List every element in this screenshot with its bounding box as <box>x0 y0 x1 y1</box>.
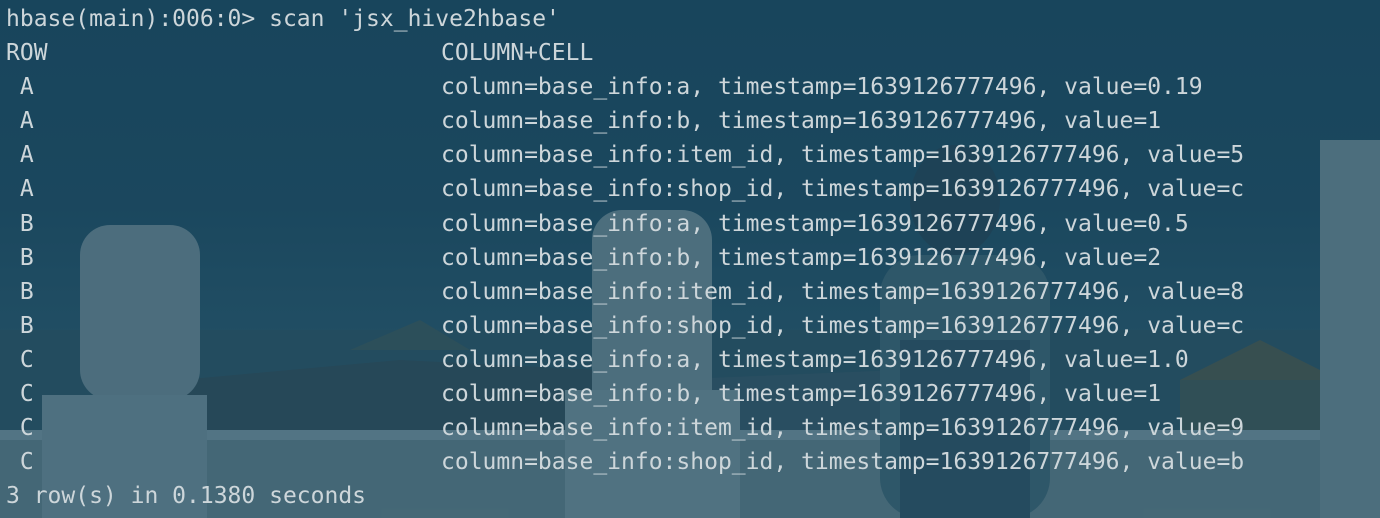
row-cell: column=base_info:item_id, timestamp=1639… <box>441 278 1245 305</box>
table-row: C column=base_info:item_id, timestamp=16… <box>6 411 1376 445</box>
row-key: A <box>6 142 34 169</box>
terminal-output: hbase(main):006:0> scan 'jsx_hive2hbase'… <box>6 2 1376 513</box>
table-row: B column=base_info:item_id, timestamp=16… <box>6 275 1376 309</box>
table-row: C column=base_info:b, timestamp=16391267… <box>6 377 1376 411</box>
table-row: A column=base_info:shop_id, timestamp=16… <box>6 172 1376 206</box>
table-row: A column=base_info:a, timestamp=16391267… <box>6 70 1376 104</box>
row-key: B <box>6 278 34 305</box>
row-key: B <box>6 210 34 237</box>
row-key: C <box>6 381 34 408</box>
row-key: A <box>6 108 34 135</box>
row-key: C <box>6 346 34 373</box>
row-cell: column=base_info:b, timestamp=1639126777… <box>441 108 1162 135</box>
header-column-cell: COLUMN+CELL <box>441 40 594 67</box>
header-row: ROW <box>6 40 48 67</box>
row-key: C <box>6 415 34 442</box>
row-cell: column=base_info:item_id, timestamp=1639… <box>441 415 1245 442</box>
row-key: B <box>6 244 34 271</box>
row-cell: column=base_info:a, timestamp=1639126777… <box>441 210 1189 237</box>
table-row: C column=base_info:shop_id, timestamp=16… <box>6 445 1376 479</box>
row-key: A <box>6 74 34 101</box>
table-row: A column=base_info:b, timestamp=16391267… <box>6 104 1376 138</box>
row-cell: column=base_info:shop_id, timestamp=1639… <box>441 176 1245 203</box>
table-header: ROW COLUMN+CELL <box>6 36 1376 70</box>
row-cell: column=base_info:b, timestamp=1639126777… <box>441 381 1162 408</box>
summary-line: 3 row(s) in 0.1380 seconds <box>6 483 367 510</box>
table-row: C column=base_info:a, timestamp=16391267… <box>6 343 1376 377</box>
table-row: B column=base_info:a, timestamp=16391267… <box>6 207 1376 241</box>
row-cell: column=base_info:shop_id, timestamp=1639… <box>441 312 1245 339</box>
table-row: A column=base_info:item_id, timestamp=16… <box>6 138 1376 172</box>
row-key: A <box>6 176 34 203</box>
row-cell: column=base_info:a, timestamp=1639126777… <box>441 346 1189 373</box>
row-cell: column=base_info:item_id, timestamp=1639… <box>441 142 1245 169</box>
table-row: B column=base_info:b, timestamp=16391267… <box>6 241 1376 275</box>
row-key: C <box>6 449 34 476</box>
row-cell: column=base_info:b, timestamp=1639126777… <box>441 244 1162 271</box>
row-key: B <box>6 312 34 339</box>
terminal-window[interactable]: hbase(main):006:0> scan 'jsx_hive2hbase'… <box>0 0 1380 518</box>
row-cell: column=base_info:shop_id, timestamp=1639… <box>441 449 1245 476</box>
table-row: B column=base_info:shop_id, timestamp=16… <box>6 309 1376 343</box>
command-line: hbase(main):006:0> scan 'jsx_hive2hbase' <box>6 6 560 32</box>
row-cell: column=base_info:a, timestamp=1639126777… <box>441 74 1203 101</box>
